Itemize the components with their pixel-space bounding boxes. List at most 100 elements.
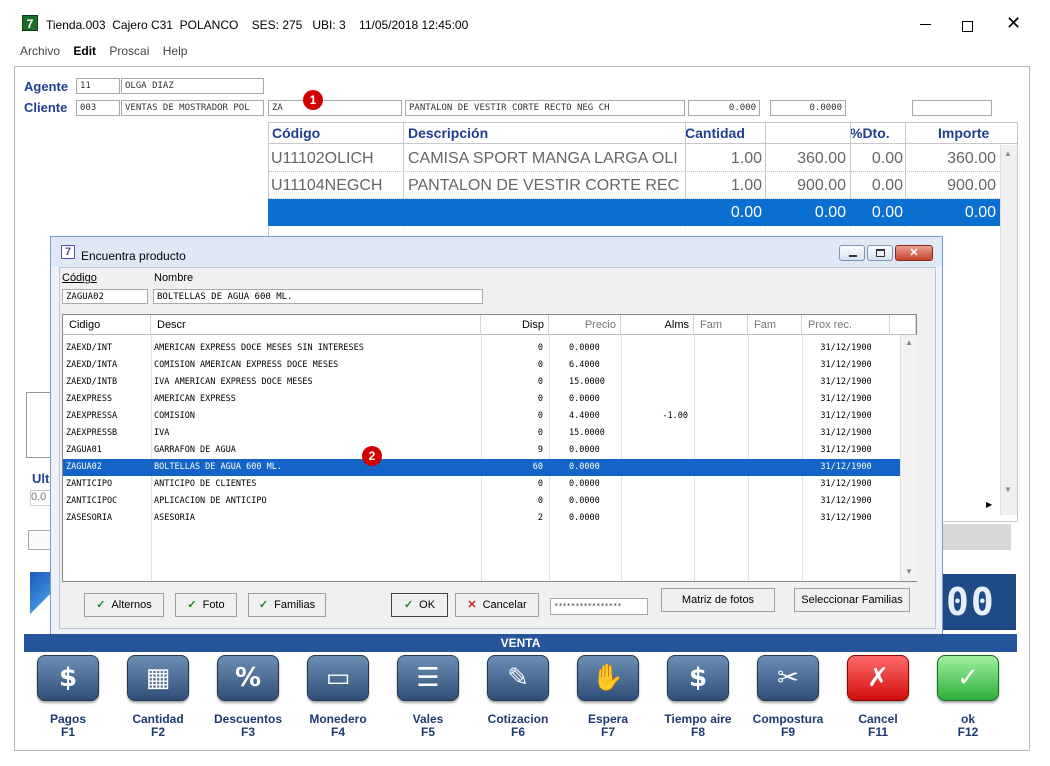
list-cell-disp: 0 [537, 360, 543, 370]
toolbar-key-text: F5 [420, 725, 435, 739]
toolbar-label: Espera F7 [568, 713, 648, 739]
grid-cell-precio: 900.00 [797, 177, 846, 194]
list-row[interactable]: ZAEXD/INT AMERICAN EXPRESS DOCE MESES SIN… [63, 340, 908, 357]
list-col-alms[interactable]: Alms [621, 315, 694, 335]
list-row[interactable]: ZANTICIPO ANTICIPO DE CLIENTES 0 0.0000 31/1… [63, 476, 908, 493]
toolbar-key-text: F3 [240, 725, 255, 739]
list-row[interactable]: ZAEXPRESS AMERICAN EXPRESS 0 0.0000 31/12/19… [63, 391, 908, 408]
agente-name-field[interactable]: OLGA DIAZ [121, 78, 264, 94]
toolbar-label: Tiempo aire F8 [658, 713, 738, 739]
list-col-disp[interactable]: Disp [481, 315, 549, 335]
toolbar-cotizacion-button[interactable]: ✎ Cotizacion F6 [478, 655, 558, 745]
extra-field[interactable] [912, 100, 992, 116]
col-importe[interactable]: Importe [938, 123, 989, 144]
list-scrollbar[interactable]: ▲ ▼ [900, 335, 917, 581]
dialog-maximize-button[interactable] [867, 245, 893, 261]
scroll-right-arrow[interactable]: ▶ [986, 500, 992, 509]
list-col-proxrec[interactable]: Prox rec. [802, 315, 890, 335]
list-cell-alms [621, 357, 694, 374]
list-col-descr[interactable]: Descr [151, 315, 481, 335]
toolbar-cantidad-button[interactable]: ▦ Cantidad F2 [118, 655, 198, 745]
alternos-button[interactable]: ✓ Alternos [84, 593, 164, 617]
list-cell-precio: 0.0000 [569, 513, 600, 523]
list-cell-descr: IVA AMERICAN EXPRESS DOCE MESES [154, 377, 313, 387]
toolbar-tiempo-aire-button[interactable]: $ Tiempo aire F8 [658, 655, 738, 745]
codigo-input[interactable]: ZAGUA02 [62, 289, 148, 304]
menu-proscai[interactable]: Proscai [109, 44, 149, 58]
menu-help[interactable]: Help [163, 44, 188, 58]
dialog-close-button[interactable]: ✕ [895, 245, 933, 261]
ok-button[interactable]: ✓ OK [391, 593, 448, 617]
col-codigo[interactable]: Código [272, 123, 320, 144]
product-list: Cidigo Descr Disp Precio Alms Fam Fam Pr… [62, 314, 917, 582]
list-row[interactable]: ZAEXPRESSB IVA 0 15.0000 31/12/1900 [63, 425, 908, 442]
cancelar-button[interactable]: ✕ Cancelar [455, 593, 539, 617]
grid-cell-dto: 0.00 [871, 150, 903, 167]
matriz-fotos-button[interactable]: Matriz de fotos [661, 588, 775, 612]
product-search-input[interactable]: ZA [268, 100, 402, 116]
list-row-selected[interactable]: ZAGUA02 BOLTELLAS DE AGUA 600 ML. 60 0.0000… [63, 459, 908, 476]
cliente-name-field[interactable]: VENTAS DE MOSTRADOR POL [121, 100, 264, 116]
seleccionar-familias-button[interactable]: Seleccionar Familias [794, 588, 910, 612]
grid-cell-importe: 360.00 [947, 150, 996, 167]
quantity-field[interactable]: 0.000 [688, 100, 760, 116]
toolbar-espera-button[interactable]: ✋ Espera F7 [568, 655, 648, 745]
toolbar-label: Vales F5 [388, 713, 468, 739]
list-col-fam2[interactable]: Fam [748, 315, 802, 335]
familias-button[interactable]: ✓ Familias [248, 593, 326, 617]
menu-archivo[interactable]: Archivo [20, 44, 60, 58]
toolbar-key-text: F6 [510, 725, 525, 739]
dialog-title: Encuentra producto [81, 249, 186, 263]
menu-edit[interactable]: Edit [73, 44, 96, 58]
list-scroll-down-icon[interactable]: ▼ [905, 567, 913, 576]
toolbar-pagos-button[interactable]: $ Pagos F1 [28, 655, 108, 745]
list-row[interactable]: ZAEXD/INTA COMISION AMERICAN EXPRESS DOCE… [63, 357, 908, 374]
nombre-input[interactable]: BOLTELLAS DE AGUA 600 ML. [153, 289, 483, 304]
minimize-button[interactable] [918, 12, 934, 28]
close-icon[interactable]: ✕ [1006, 14, 1021, 32]
list-row[interactable]: ZASESORIA ASESORIA 2 0.0000 31/12/1900 [63, 510, 908, 527]
grid-scrollbar[interactable]: ▲ ▼ [1000, 145, 1017, 515]
grid-cell-cantidad: 0.00 [730, 204, 762, 221]
foto-button[interactable]: ✓ Foto [175, 593, 237, 617]
toolbar-cancel-button[interactable]: ✗ Cancel F11 [838, 655, 918, 745]
price-field[interactable]: 0.0000 [770, 100, 846, 116]
toolbar-monedero-button[interactable]: ▭ Monedero F4 [298, 655, 378, 745]
list-cell-fecha: 31/12/1900 [820, 496, 872, 506]
list-col-precio[interactable]: Precio [549, 315, 621, 335]
list-col-fam1[interactable]: Fam [694, 315, 748, 335]
grid-row-selected[interactable]: 0.00 0.00 0.00 0.00 [268, 199, 1000, 226]
toolbar-compostura-button[interactable]: ✂ Compostura F9 [748, 655, 828, 745]
list-cell-disp: 0 [537, 428, 543, 438]
list-cell-fecha: 31/12/1900 [820, 343, 872, 353]
toolbar-ok-button[interactable]: ✓ ok F12 [928, 655, 1008, 745]
list-cell-alms [621, 459, 694, 476]
grid-row[interactable]: U11102OLICH CAMISA SPORT MANGA LARGA OLI… [268, 145, 1018, 172]
maximize-button[interactable] [962, 21, 973, 32]
col-descripcion[interactable]: Descripción [408, 123, 488, 144]
grid-row[interactable]: U11104NEGCH PANTALON DE VESTIR CORTE REC… [268, 172, 1018, 199]
list-row[interactable]: ZAGUA01 GARRAFON DE AGUA 9 0.0000 31/12/1900 [63, 442, 908, 459]
grid-cell-cantidad: 1.00 [730, 150, 762, 167]
toolbar-descuentos-button[interactable]: % Descuentos F3 [208, 655, 288, 745]
dialog-minimize-button[interactable] [839, 245, 865, 261]
list-scroll-up-icon[interactable]: ▲ [905, 338, 913, 347]
password-field[interactable]: **************** [550, 598, 648, 615]
agente-code-field[interactable]: 11 [76, 78, 120, 94]
col-cantidad[interactable]: Cantidad [685, 123, 745, 144]
col-dto[interactable]: %Dto. [850, 123, 890, 144]
toolbar-vales-button[interactable]: ☰ Vales F5 [388, 655, 468, 745]
list-col-codigo[interactable]: Cidigo [63, 315, 151, 335]
window-title: Tienda.003 Cajero C31 POLANCO SES: 275 U… [46, 18, 469, 32]
list-row[interactable]: ZAEXD/INTB IVA AMERICAN EXPRESS DOCE MESE… [63, 374, 908, 391]
toolbar-label: Cotizacion F6 [478, 713, 558, 739]
list-row[interactable]: ZANTICIPOC APLICACION DE ANTICIPO 0 0.0000 3… [63, 493, 908, 510]
list-cell-alms: -1.00 [662, 411, 688, 421]
grid-cell-importe: 0.00 [964, 204, 996, 221]
product-description-field[interactable]: PANTALON DE VESTIR CORTE RECTO NEG CH [405, 100, 685, 116]
list-row[interactable]: ZAEXPRESSA COMISION 0 4.4000 -1.00 31/12/1900 [63, 408, 908, 425]
toolbar-label: Descuentos F3 [208, 713, 288, 739]
grid-cell-cantidad: 1.00 [730, 177, 762, 194]
cliente-code-field[interactable]: 003 [76, 100, 120, 116]
menu-bar: Archivo Edit Proscai Help [20, 44, 187, 60]
